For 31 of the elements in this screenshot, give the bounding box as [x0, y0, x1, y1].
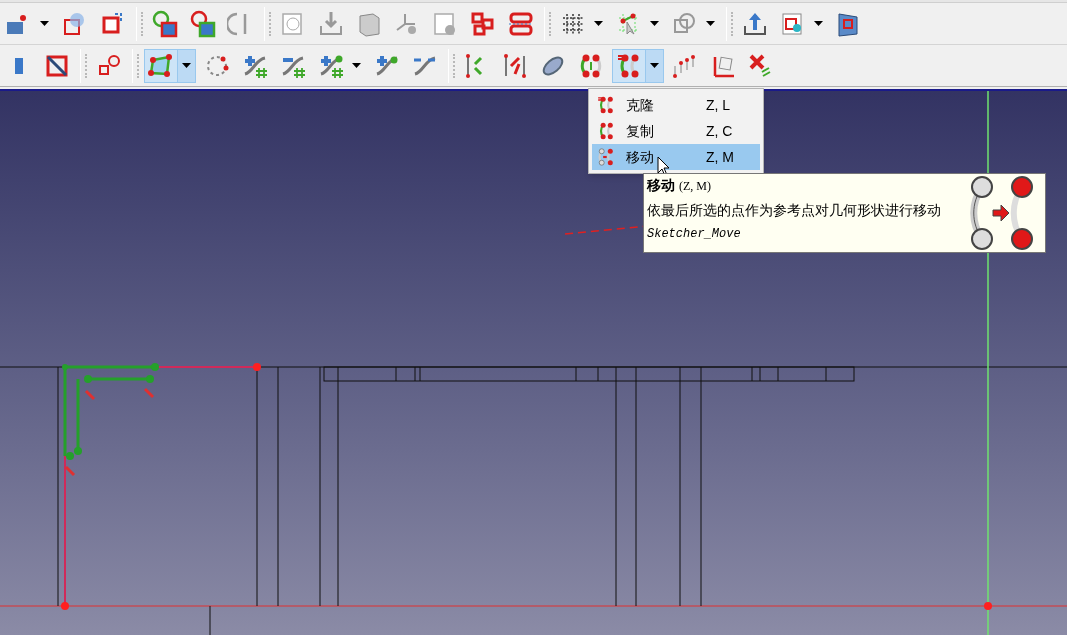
menu-item-label: 移动	[626, 147, 654, 167]
tooltip-shortcut: (Z, M)	[679, 178, 711, 195]
caret-icon	[649, 21, 659, 26]
chamfer-icon	[147, 51, 175, 80]
menu-item[interactable]: 复制 Z, C	[592, 118, 760, 144]
caret-icon	[813, 21, 823, 26]
clone-icon	[596, 95, 616, 115]
caret-icon	[650, 63, 659, 68]
command-name: Sketcher_Move	[647, 226, 742, 243]
caret-icon	[182, 63, 191, 68]
dropdown-arrow-button[interactable]	[177, 49, 195, 82]
caret-icon	[351, 63, 361, 68]
caret-icon	[705, 21, 715, 26]
move-icon	[596, 147, 616, 167]
shortcut-label: Z, C	[706, 121, 733, 141]
symmetry-icon	[501, 51, 529, 80]
shortcut-label: Z, M	[706, 147, 734, 167]
menu-item[interactable]: 移动 Z, M	[592, 144, 760, 170]
caret-icon	[593, 21, 603, 26]
menu-item[interactable]: 克隆 Z, L	[592, 92, 760, 118]
dropdown-arrow-button[interactable]	[645, 49, 663, 82]
menu-item-label: 复制	[626, 121, 654, 141]
tooltip-description: 依最后所选的点作为参考点对几何形状进行移动	[647, 201, 941, 220]
shortcut-label: Z, L	[706, 95, 731, 115]
circle-square-icon	[189, 9, 217, 38]
menu-item-label: 克隆	[626, 95, 654, 115]
download-icon	[317, 9, 345, 38]
square-icon	[15, 57, 23, 74]
circle-square-icon	[151, 9, 179, 38]
tooltip-title: 移动	[647, 176, 675, 195]
caret-icon	[39, 21, 49, 26]
